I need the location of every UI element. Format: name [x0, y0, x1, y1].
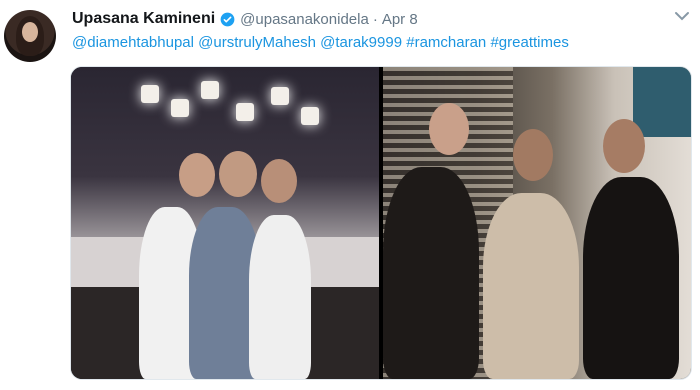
chevron-down-icon[interactable] — [674, 10, 690, 22]
head-right — [603, 119, 645, 173]
person-right — [249, 215, 311, 379]
tweet-header: Upasana Kamineni @upasanakonidela · Apr … — [72, 8, 418, 30]
avatar[interactable] — [4, 10, 56, 62]
head-center — [219, 151, 257, 197]
head-left — [179, 153, 215, 197]
author-name[interactable]: Upasana Kamineni — [72, 10, 215, 28]
head-center — [513, 129, 553, 181]
person-center — [483, 193, 579, 379]
photo-men[interactable] — [383, 67, 691, 379]
author-handle[interactable]: @upasanakonidela — [240, 11, 369, 28]
verified-badge-icon — [220, 12, 235, 26]
avatar-face — [22, 22, 38, 42]
media-grid — [70, 66, 692, 380]
tweet-date[interactable]: Apr 8 — [382, 11, 418, 28]
mention-urstrulymahesh[interactable]: @urstrulyMahesh — [198, 34, 316, 51]
tweet-card[interactable]: Upasana Kamineni @upasanakonidela · Apr … — [0, 0, 700, 390]
head-left — [429, 103, 469, 155]
person-right — [583, 177, 679, 379]
tweet-text: @diamehtabhupal @urstrulyMahesh @tarak99… — [72, 34, 569, 51]
background-sky — [633, 67, 691, 137]
hashtag-greattimes[interactable]: #greattimes — [490, 34, 568, 51]
mention-tarak9999[interactable]: @tarak9999 — [320, 34, 402, 51]
hanging-lights — [131, 77, 331, 147]
mention-diamehtabhupal[interactable]: @diamehtabhupal — [72, 34, 194, 51]
photo-women[interactable] — [71, 67, 379, 379]
head-right — [261, 159, 297, 203]
hashtag-ramcharan[interactable]: #ramcharan — [406, 34, 486, 51]
header-separator: · — [372, 10, 378, 28]
person-left — [383, 167, 479, 379]
